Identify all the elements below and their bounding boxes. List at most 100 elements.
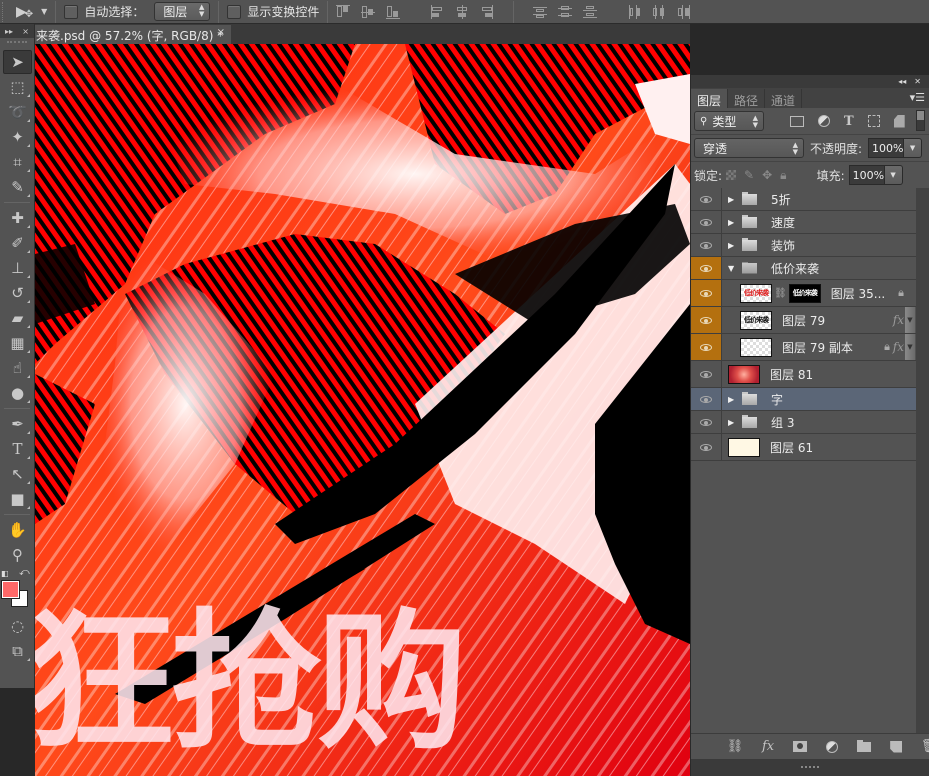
- tools-panel-grip[interactable]: [7, 41, 27, 49]
- expand-down-icon[interactable]: ▼: [728, 264, 740, 273]
- visibility-toggle[interactable]: [691, 211, 722, 233]
- expand-right-icon[interactable]: ▶: [728, 218, 740, 227]
- rectangle-tool-button[interactable]: ■: [3, 487, 32, 511]
- align-bottom-edges-icon[interactable]: [386, 5, 401, 19]
- filter-toggle-switch[interactable]: [916, 110, 925, 131]
- add-mask-icon[interactable]: [793, 741, 808, 752]
- layer-effects-icon[interactable]: fx: [893, 340, 904, 354]
- panel-menu-icon[interactable]: ▾☰: [910, 91, 925, 104]
- tool-preset-picker[interactable]: ▶ ✥ ▼: [16, 4, 47, 20]
- filter-shape-icon[interactable]: [867, 115, 880, 127]
- tab-paths[interactable]: 路径: [728, 89, 766, 108]
- zoom-tool-button[interactable]: ⚲: [3, 543, 32, 567]
- layer-row[interactable]: 低价来袭 ⛓ 低价来袭 图层 35... 🔒︎: [691, 280, 916, 307]
- distribute-vertical-centers-icon[interactable]: [558, 5, 573, 19]
- crop-tool-button[interactable]: ⌗: [3, 150, 32, 174]
- layer-row[interactable]: 低价来袭 图层 79 fx ▼: [691, 307, 916, 334]
- collapse-icon[interactable]: ◂◂: [898, 77, 906, 86]
- sponge-tool-button[interactable]: ●: [3, 381, 32, 405]
- clone-stamp-tool-button[interactable]: ⊥: [3, 256, 32, 280]
- move-tool-button[interactable]: ➤: [3, 50, 32, 74]
- layer-mask-thumbnail[interactable]: 低价来袭: [788, 283, 821, 303]
- rectangular-marquee-tool-button[interactable]: ⬚: [3, 75, 32, 99]
- filter-adjustment-icon[interactable]: [818, 115, 830, 127]
- layer-group-row[interactable]: ▶ 5折: [691, 188, 916, 211]
- document-tab[interactable]: 来袭.psd @ 57.2% (字, RGB/8) * ×: [35, 25, 231, 44]
- distribute-left-icon[interactable]: [627, 4, 641, 19]
- show-transform-checkbox[interactable]: [227, 4, 242, 19]
- opacity-input[interactable]: 100%: [868, 138, 905, 158]
- filter-pixel-icon[interactable]: [790, 115, 804, 127]
- effects-expand-icon[interactable]: ▼: [905, 334, 915, 360]
- close-icon[interactable]: ✕: [914, 77, 921, 86]
- effects-expand-icon[interactable]: ▼: [905, 307, 915, 333]
- filter-type-icon[interactable]: T: [844, 114, 854, 129]
- expand-right-icon[interactable]: ▶: [728, 241, 740, 250]
- expand-right-icon[interactable]: ▶: [728, 195, 740, 204]
- layer-group-row[interactable]: ▶ 装饰: [691, 234, 916, 257]
- delete-layer-icon[interactable]: 🗑︎: [921, 739, 929, 754]
- visibility-toggle[interactable]: [691, 188, 722, 210]
- screen-mode-button[interactable]: ⧉: [3, 639, 32, 663]
- fill-input[interactable]: 100%: [848, 165, 885, 185]
- layer-group-row[interactable]: ▶ 速度: [691, 211, 916, 234]
- brush-tool-button[interactable]: ✐: [3, 231, 32, 255]
- layer-row[interactable]: 图层 61: [691, 434, 916, 461]
- new-group-icon[interactable]: [857, 739, 872, 752]
- lock-transparent-icon[interactable]: [726, 170, 737, 180]
- smudge-tool-button[interactable]: ☝: [3, 356, 32, 380]
- magic-wand-tool-button[interactable]: ✦: [3, 125, 32, 149]
- lock-all-icon[interactable]: 🔒︎: [780, 168, 786, 183]
- options-bar-grip[interactable]: [2, 1, 6, 22]
- filter-smart-object-icon[interactable]: [893, 114, 905, 128]
- visibility-toggle[interactable]: [691, 388, 722, 410]
- align-right-edges-icon[interactable]: [480, 4, 494, 19]
- link-layers-icon[interactable]: ⛓: [727, 739, 744, 754]
- document-canvas[interactable]: 狂抢购: [35, 44, 690, 776]
- blend-mode-select[interactable]: 穿透 ▲ ▼: [694, 138, 804, 158]
- quick-mask-button[interactable]: ◌: [3, 614, 32, 638]
- filter-kind-select[interactable]: ⚲ 类型 ▲ ▼: [694, 111, 764, 131]
- swap-colors-icon[interactable]: ⤺: [19, 567, 30, 578]
- lasso-tool-button[interactable]: ➰: [3, 100, 32, 124]
- panel-resize-bar[interactable]: [691, 759, 929, 776]
- history-brush-tool-button[interactable]: ↺: [3, 281, 32, 305]
- align-top-edges-icon[interactable]: [336, 4, 351, 19]
- layer-list-scrollbar[interactable]: [916, 188, 929, 748]
- gradient-tool-button[interactable]: ▦: [3, 331, 32, 355]
- layer-group-row[interactable]: ▼ 低价来袭: [691, 257, 916, 280]
- layer-effects-icon[interactable]: fx: [893, 313, 904, 327]
- fill-dropdown[interactable]: ▼: [884, 165, 903, 185]
- layer-row[interactable]: 图层 79 副本 🔒︎ fx ▼: [691, 334, 916, 361]
- lock-image-icon[interactable]: ✎: [744, 168, 754, 182]
- visibility-toggle[interactable]: [691, 234, 722, 256]
- align-left-edges-icon[interactable]: [430, 4, 444, 19]
- lock-position-icon[interactable]: ✥: [762, 168, 772, 182]
- opacity-dropdown[interactable]: ▼: [904, 138, 923, 158]
- align-vertical-centers-icon[interactable]: [361, 5, 376, 19]
- expand-right-icon[interactable]: ▶: [728, 418, 740, 427]
- type-tool-button[interactable]: T: [3, 437, 32, 461]
- visibility-toggle[interactable]: [691, 280, 722, 306]
- layer-group-row[interactable]: ▶ 字: [691, 388, 916, 411]
- tab-layers[interactable]: 图层: [691, 89, 729, 108]
- tab-channels[interactable]: 通道: [765, 89, 803, 108]
- foreground-color-swatch[interactable]: [1, 580, 20, 599]
- hand-tool-button[interactable]: ✋: [3, 518, 32, 542]
- auto-select-target-select[interactable]: 图层 ▲ ▼: [154, 2, 211, 21]
- visibility-toggle[interactable]: [691, 334, 722, 360]
- expand-right-icon[interactable]: ▶: [728, 395, 740, 404]
- visibility-toggle[interactable]: [691, 411, 722, 433]
- visibility-toggle[interactable]: [691, 361, 722, 387]
- adjustment-layer-icon[interactable]: [826, 740, 839, 753]
- layer-row[interactable]: 图层 81: [691, 361, 916, 388]
- auto-select-checkbox[interactable]: [64, 4, 79, 19]
- fx-icon[interactable]: fx: [762, 739, 774, 754]
- distribute-bottom-icon[interactable]: [583, 5, 598, 19]
- align-horizontal-centers-icon[interactable]: [455, 4, 469, 19]
- mask-link-icon[interactable]: ⛓: [774, 288, 787, 299]
- collapse-icon[interactable]: ▸▸: [5, 27, 13, 36]
- visibility-toggle[interactable]: [691, 307, 722, 333]
- distribute-top-icon[interactable]: [533, 5, 548, 19]
- eraser-tool-button[interactable]: ▰: [3, 306, 32, 330]
